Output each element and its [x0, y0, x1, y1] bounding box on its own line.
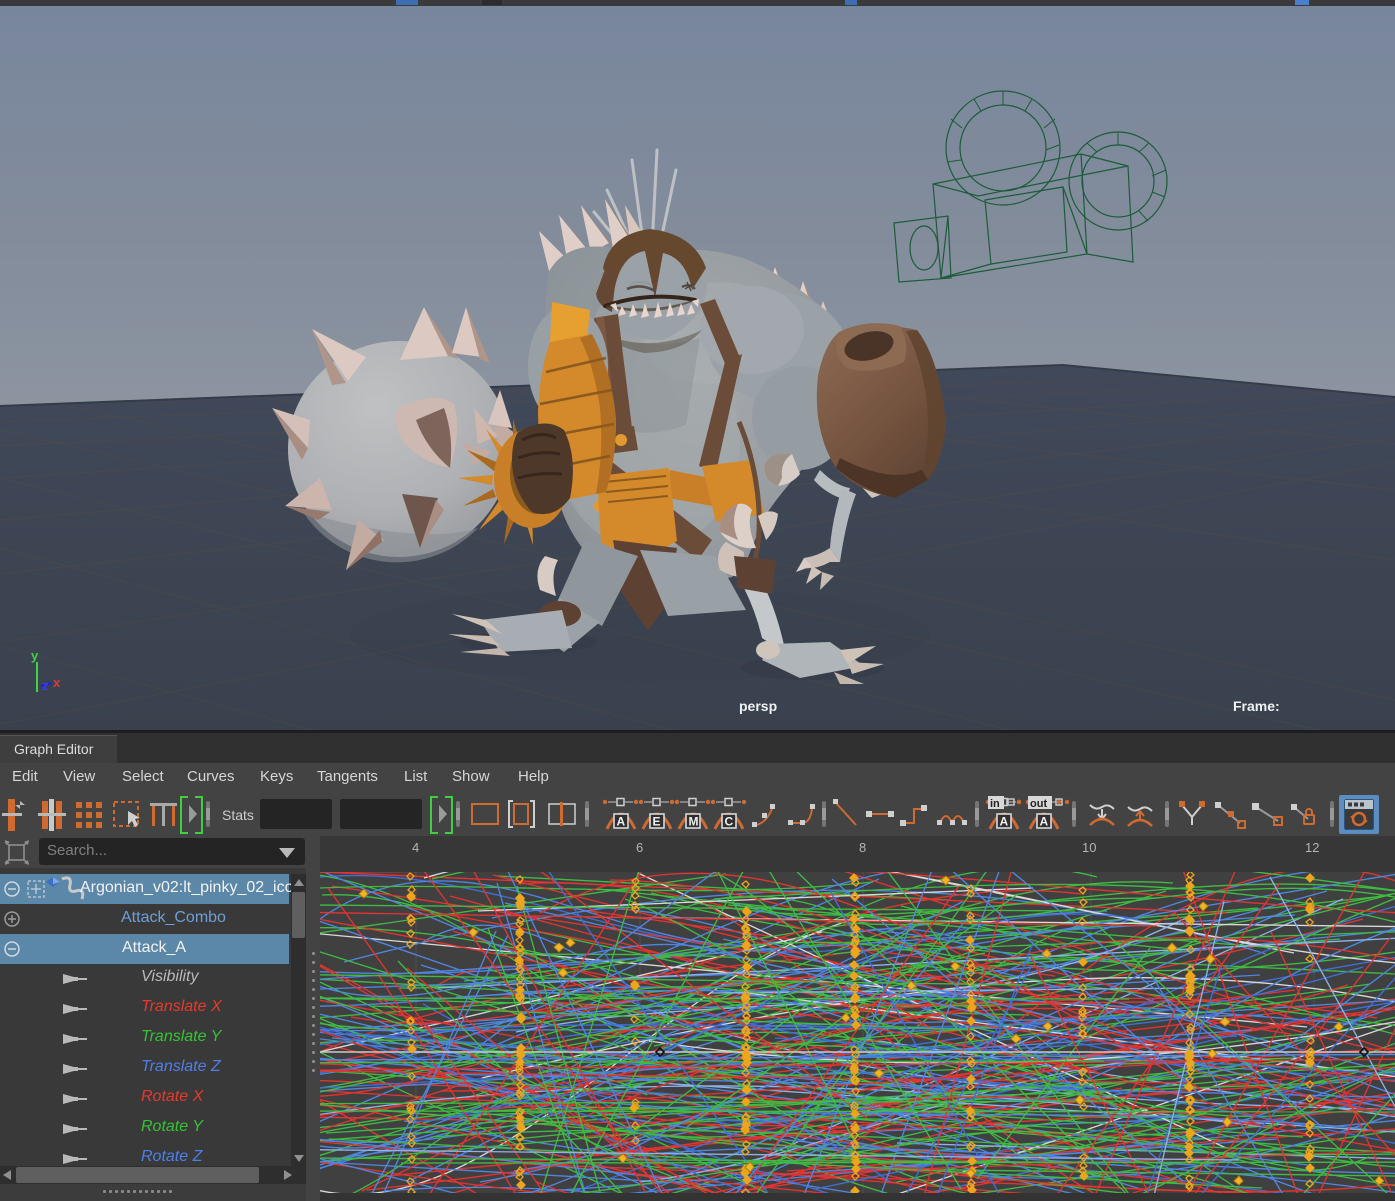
svg-text:E: E	[653, 815, 661, 829]
svg-text:y: y	[31, 648, 39, 663]
svg-text:A: A	[1000, 815, 1009, 829]
svg-text:Stats: Stats	[222, 807, 254, 823]
svg-text:persp: persp	[739, 698, 777, 714]
svg-text:A: A	[1040, 815, 1049, 829]
svg-text:x: x	[53, 675, 61, 690]
svg-text:A: A	[617, 815, 626, 829]
svg-text:in: in	[990, 798, 1000, 810]
svg-text:C: C	[725, 815, 734, 829]
svg-text:out: out	[1030, 798, 1047, 810]
svg-text:M: M	[689, 815, 699, 829]
svg-text:z: z	[42, 678, 49, 693]
svg-text:Frame:: Frame:	[1233, 698, 1280, 714]
